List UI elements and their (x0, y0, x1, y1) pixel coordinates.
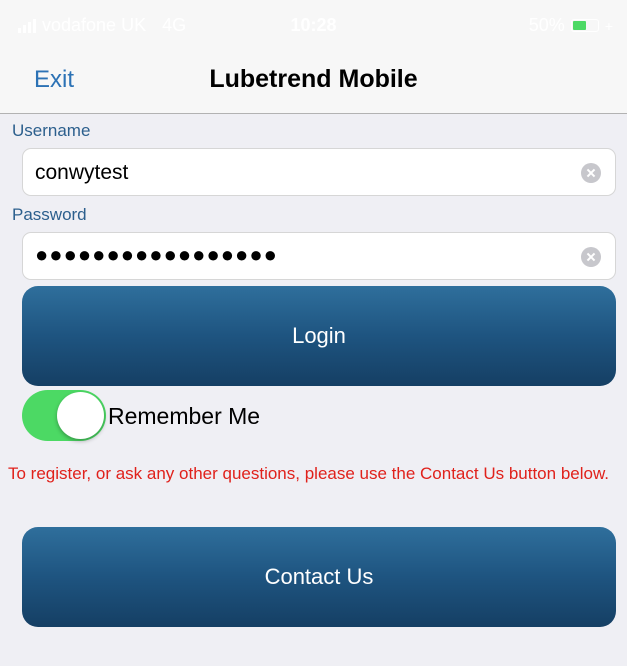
username-label: Username (12, 121, 91, 140)
password-mask: ●●●●●●●●●●●●●●●●● (35, 242, 278, 267)
info-message: To register, or ask any other questions,… (8, 464, 610, 483)
login-button[interactable]: Login (22, 286, 616, 386)
clear-icon[interactable] (581, 163, 601, 183)
battery-percent: 50% (528, 15, 565, 35)
battery-icon (570, 19, 599, 32)
remember-me-label: Remember Me (108, 403, 261, 429)
password-field[interactable]: ●●●●●●●●●●●●●●●●● (22, 232, 616, 280)
remember-me-toggle[interactable] (22, 390, 106, 441)
toggle-knob (57, 392, 104, 439)
navigation-bar: Exit Lubetrend Mobile (0, 50, 627, 114)
status-bar: vodafone UK 4G 10:28 50% + (0, 0, 627, 50)
clear-icon[interactable] (581, 247, 601, 267)
username-field[interactable]: conwytest (22, 148, 616, 196)
status-right: 50% + (529, 15, 613, 36)
battery-fill (572, 21, 586, 30)
charging-icon: + (604, 17, 613, 34)
username-value: conwytest (35, 161, 129, 184)
password-label: Password (12, 205, 87, 224)
contact-us-button[interactable]: Contact Us (22, 527, 616, 627)
page-title: Lubetrend Mobile (209, 65, 418, 93)
